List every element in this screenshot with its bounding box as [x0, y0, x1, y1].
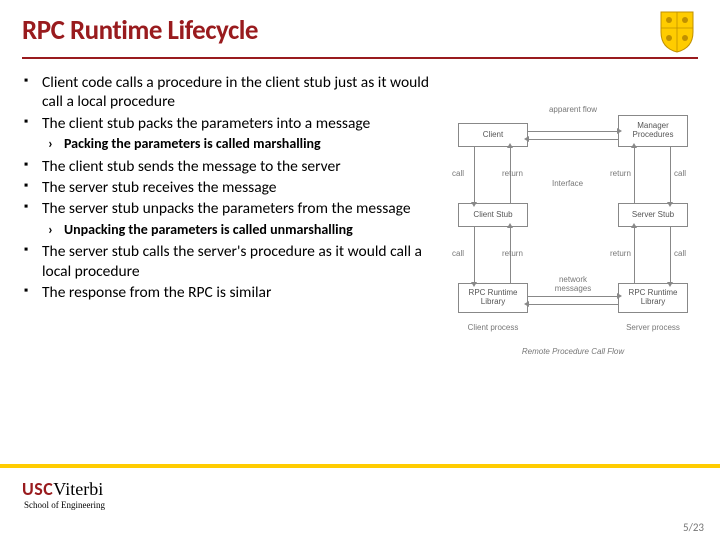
arrow-icon	[670, 147, 671, 203]
diagram-label: return	[502, 169, 523, 178]
content-row: Client code calls a procedure in the cli…	[0, 59, 720, 464]
diagram-label: return	[610, 169, 631, 178]
logo-viterbi: Viterbi	[53, 479, 103, 499]
usc-viterbi-logo: USCViterbi School of Engineering	[22, 478, 105, 510]
diagram-label: Interface	[552, 179, 583, 188]
diagram-label: apparent flow	[548, 105, 598, 114]
diagram-label: Client process	[460, 323, 526, 332]
bullet-item: The server stub receives the message	[22, 178, 442, 197]
logo-usc: USC	[22, 478, 53, 500]
usc-shield-icon	[656, 10, 698, 54]
diagram-label: call	[674, 169, 686, 178]
sub-bold: unmarshalling	[270, 221, 353, 238]
diagram-box-manager: Manager Procedures	[618, 115, 688, 147]
sub-text: Packing the parameters is called	[64, 135, 253, 152]
arrow-icon	[670, 227, 671, 283]
bullet-item: The server stub unpacks the parameters f…	[22, 199, 442, 218]
sub-text: Unpacking the parameters is called	[64, 221, 270, 238]
sub-list: Packing the parameters is called marshal…	[22, 135, 442, 153]
logo-line1: USCViterbi	[22, 478, 105, 500]
bullet-item: The client stub packs the parameters int…	[22, 114, 442, 133]
arrow-icon	[474, 227, 475, 283]
bullet-list: The server stub calls the server's proce…	[22, 242, 442, 302]
arrow-icon	[528, 139, 618, 140]
arrow-icon	[474, 147, 475, 203]
diagram-box-client: Client	[458, 123, 528, 147]
page-title: RPC Runtime Lifecycle	[22, 14, 698, 47]
bullet-column: Client code calls a procedure in the cli…	[22, 73, 442, 464]
page-number: 5/23	[683, 521, 704, 534]
diagram-label: call	[674, 249, 686, 258]
rpc-diagram: Client Client Stub RPC Runtime Library M…	[448, 73, 710, 464]
bullet-item: The client stub sends the message to the…	[22, 157, 442, 176]
slide: RPC Runtime Lifecycle Client code calls …	[0, 0, 720, 540]
bullet-item: Client code calls a procedure in the cli…	[22, 73, 442, 112]
arrow-icon	[634, 227, 635, 283]
bullet-list: Client code calls a procedure in the cli…	[22, 73, 442, 133]
diagram-box-rpcrt2: RPC Runtime Library	[618, 283, 688, 313]
diagram-label: network messages	[548, 275, 598, 293]
diagram-box-rpcrt1: RPC Runtime Library	[458, 283, 528, 313]
arrow-icon	[528, 304, 618, 305]
arrow-icon	[528, 296, 618, 297]
sub-list: Unpacking the parameters is called unmar…	[22, 221, 442, 239]
sub-bold: marshalling	[253, 135, 321, 152]
diagram-label: call	[452, 249, 464, 258]
diagram-label: return	[610, 249, 631, 258]
diagram-label: call	[452, 169, 464, 178]
bullet-item: The response from the RPC is similar	[22, 283, 442, 302]
diagram-box-serverstub: Server Stub	[618, 203, 688, 227]
arrow-icon	[634, 147, 635, 203]
diagram-label: return	[502, 249, 523, 258]
bullet-item: The server stub calls the server's proce…	[22, 242, 442, 281]
sub-item: Packing the parameters is called marshal…	[22, 135, 442, 153]
arrow-icon	[528, 131, 618, 132]
bullet-list: The client stub sends the message to the…	[22, 157, 442, 219]
diagram-label: Server process	[620, 323, 686, 332]
diagram-box-clientstub: Client Stub	[458, 203, 528, 227]
slide-header: RPC Runtime Lifecycle	[0, 0, 720, 53]
logo-school: School of Engineering	[24, 500, 105, 510]
sub-item: Unpacking the parameters is called unmar…	[22, 221, 442, 239]
slide-footer: USCViterbi School of Engineering 5/23	[0, 464, 720, 540]
diagram-caption: Remote Procedure Call Flow	[508, 347, 638, 356]
